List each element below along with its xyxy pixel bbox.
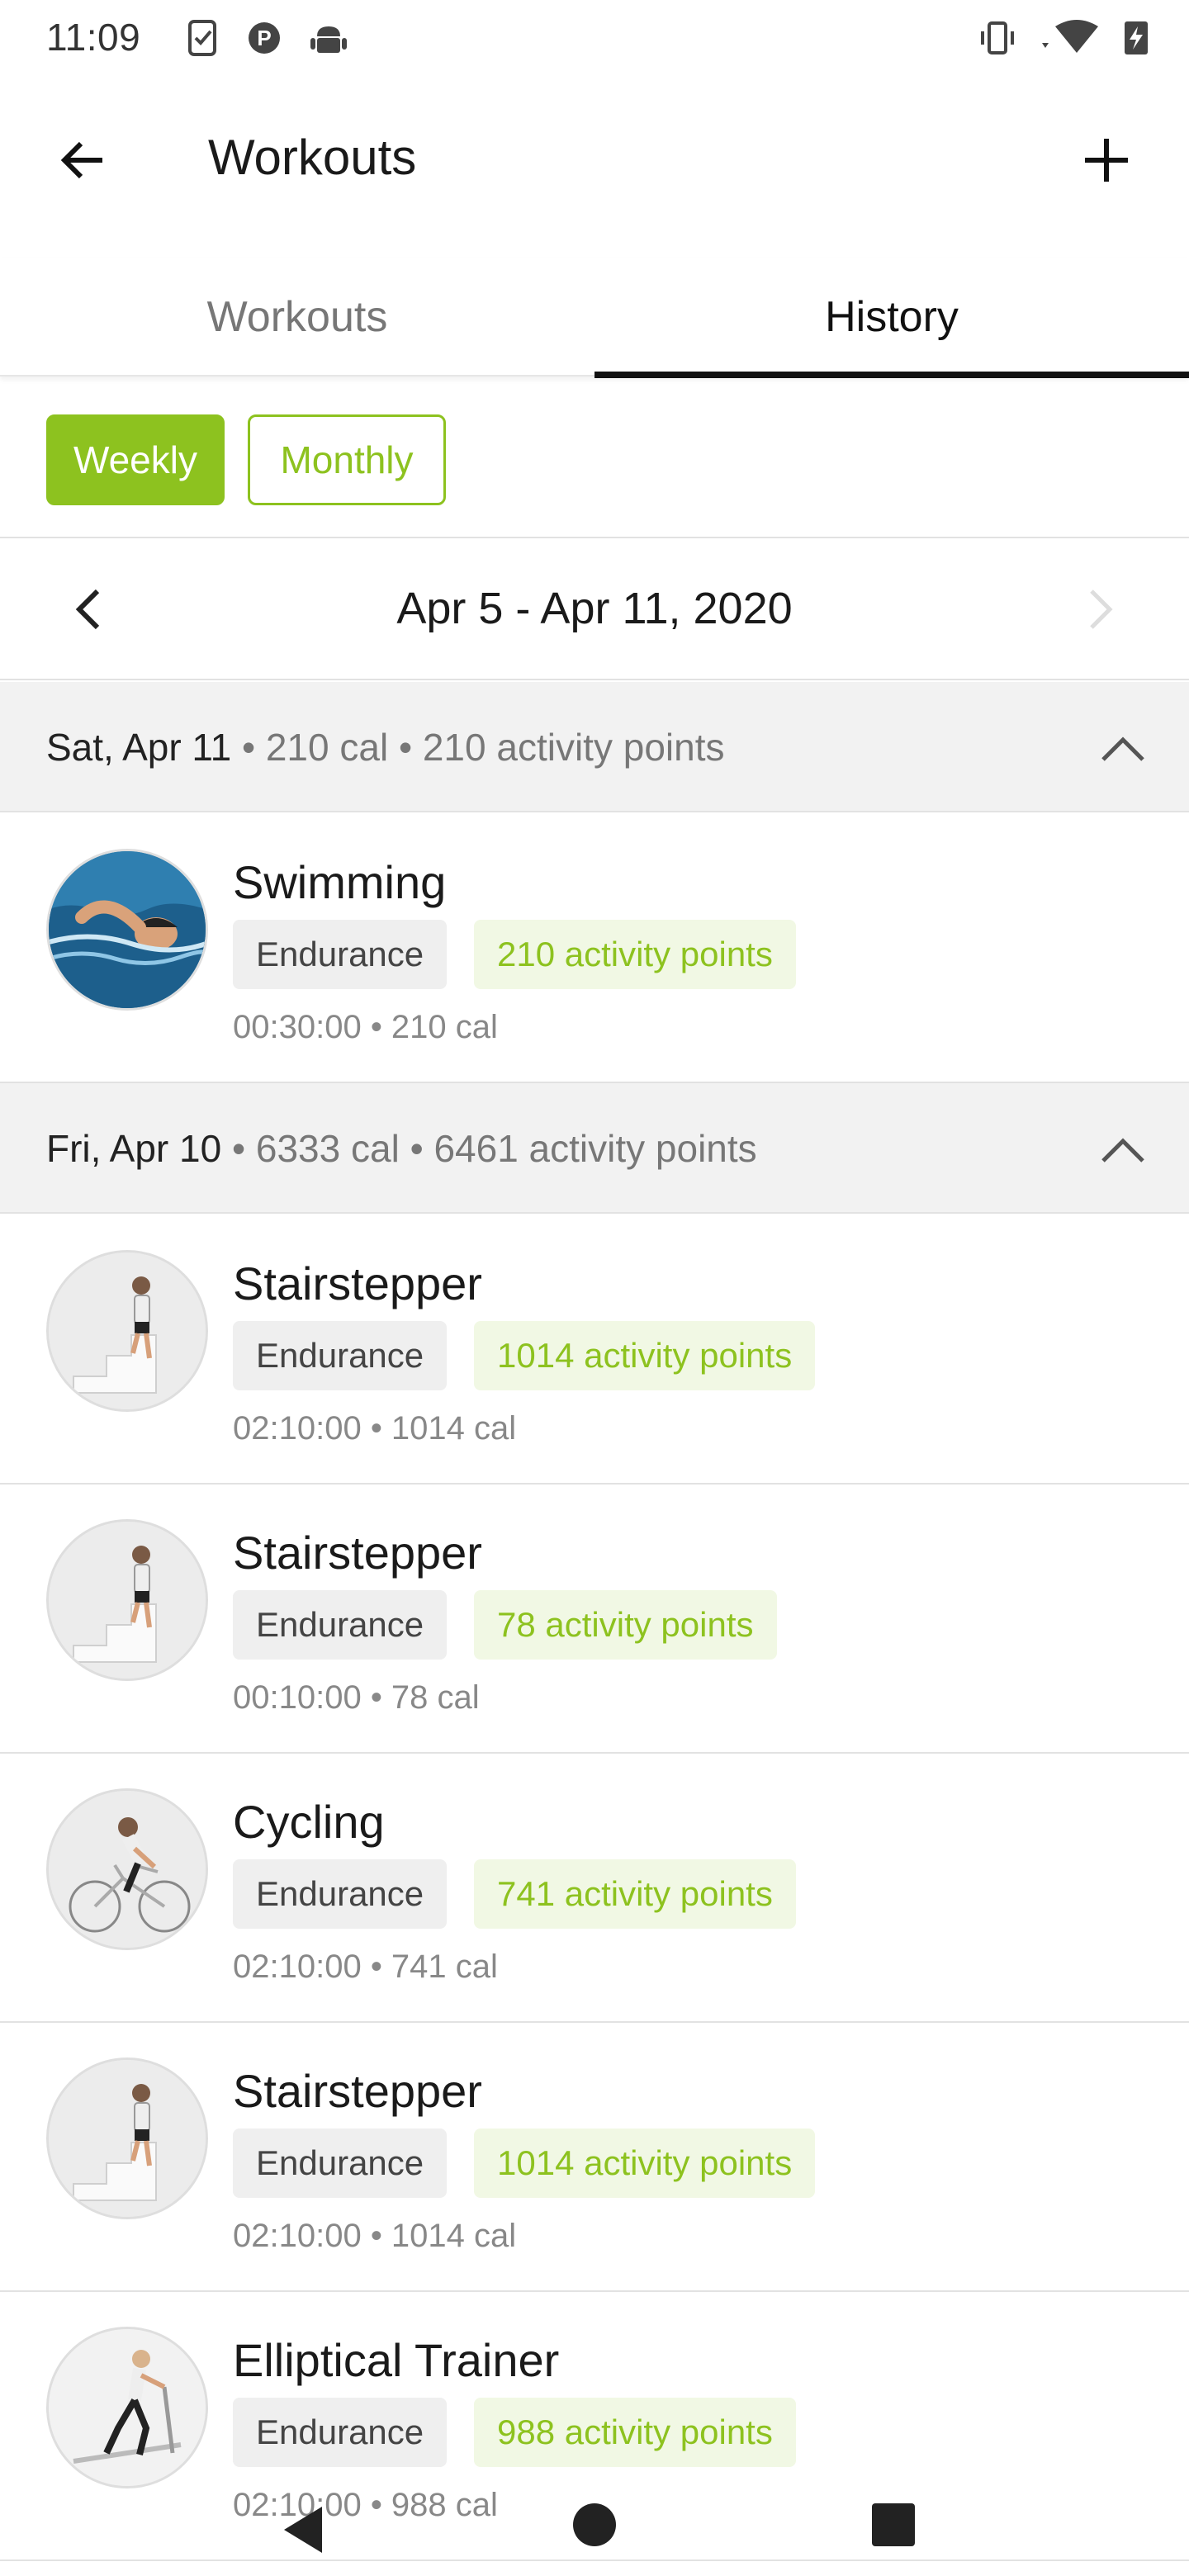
stairstepper-image-icon	[49, 1522, 206, 1679]
activity-points-tag: 210 activity points	[474, 920, 796, 989]
category-tag: Endurance	[233, 1321, 448, 1390]
category-tag: Endurance	[233, 2398, 448, 2467]
swimming-image-icon	[49, 851, 206, 1008]
chevron-up-icon	[1101, 1138, 1144, 1163]
workout-avatar	[46, 1788, 208, 1950]
chevron-up-icon	[1101, 736, 1144, 761]
day-totals: • 6333 cal • 6461 activity points	[221, 1127, 757, 1170]
battery-charging-icon	[1116, 18, 1156, 58]
chevron-right-icon	[1090, 590, 1113, 629]
cycling-image-icon	[49, 1791, 206, 1948]
workout-avatar	[46, 849, 208, 1011]
category-tag: Endurance	[233, 1590, 448, 1660]
workout-duration-calories: 02:10:00 • 1014 cal	[233, 1410, 517, 1447]
collapse-day-button[interactable]	[1087, 1113, 1159, 1186]
workout-row[interactable]: Cycling Endurance 741 activity points 02…	[0, 1754, 1189, 2023]
workout-name: Cycling	[233, 1796, 385, 1848]
status-bar: 11:09 P	[0, 0, 1189, 79]
workout-avatar	[46, 1250, 208, 1412]
workout-duration-calories: 02:10:00 • 1014 cal	[233, 2218, 517, 2254]
day-summary: Sat, Apr 11 • 210 cal • 210 activity poi…	[46, 725, 725, 769]
activity-points-tag: 1014 activity points	[474, 2129, 816, 2198]
day-header[interactable]: Fri, Apr 10 • 6333 cal • 6461 activity p…	[0, 1083, 1189, 1214]
day-header[interactable]: Sat, Apr 11 • 210 cal • 210 activity poi…	[0, 682, 1189, 812]
workout-avatar	[46, 2057, 208, 2219]
day-summary: Fri, Apr 10 • 6333 cal • 6461 activity p…	[46, 1126, 757, 1171]
activity-points-tag: 988 activity points	[474, 2398, 796, 2467]
activity-points-tag: 1014 activity points	[474, 1321, 816, 1390]
workout-row[interactable]: Stairstepper Endurance 1014 activity poi…	[0, 2023, 1189, 2292]
workout-name: Stairstepper	[233, 1257, 482, 1309]
elliptical-trainer-image-icon	[49, 2329, 206, 2486]
category-tag: Endurance	[233, 1859, 448, 1929]
plus-icon	[1085, 139, 1128, 182]
next-week-button[interactable]	[1060, 570, 1139, 649]
monthly-chip[interactable]: Monthly	[248, 414, 446, 505]
workout-row[interactable]: Stairstepper Endurance 78 activity point…	[0, 1485, 1189, 1754]
tab-indicator	[594, 372, 1189, 378]
workout-avatar	[46, 2327, 208, 2488]
svg-text:P: P	[257, 26, 271, 50]
workout-name: Stairstepper	[233, 1527, 482, 1579]
category-tag: Endurance	[233, 920, 448, 989]
day-date: Fri, Apr 10	[46, 1127, 222, 1170]
stairstepper-image-icon	[49, 2060, 206, 2217]
day-totals: • 210 cal • 210 activity points	[231, 726, 725, 769]
tab-history[interactable]: History	[594, 258, 1189, 376]
workout-name: Elliptical Trainer	[233, 2334, 560, 2386]
activity-points-tag: 741 activity points	[474, 1859, 796, 1929]
wifi-icon	[1039, 18, 1105, 58]
day-date: Sat, Apr 11	[46, 726, 232, 769]
tab-bar: Workouts History	[0, 258, 1189, 378]
collapse-day-button[interactable]	[1087, 712, 1159, 784]
workout-duration-calories: 02:10:00 • 988 cal	[233, 2487, 498, 2523]
status-time: 11:09	[46, 16, 141, 59]
add-workout-button[interactable]	[1067, 121, 1146, 200]
activity-points-tag: 78 activity points	[474, 1590, 777, 1660]
arrow-left-icon	[60, 141, 102, 179]
workout-name: Swimming	[233, 856, 447, 908]
week-navigator: Apr 5 - Apr 11, 2020	[0, 540, 1189, 680]
workout-avatar	[46, 1519, 208, 1681]
workout-row[interactable]: Stairstepper Endurance 1014 activity poi…	[0, 1215, 1189, 1485]
weekly-chip[interactable]: Weekly	[46, 414, 225, 505]
stairstepper-image-icon	[49, 1252, 206, 1409]
period-filter: Weekly Monthly	[0, 378, 1189, 538]
vibrate-icon	[978, 18, 1017, 58]
category-tag: Endurance	[233, 2129, 448, 2198]
page-title: Workouts	[208, 130, 417, 185]
back-button[interactable]	[43, 121, 122, 200]
parking-p-icon: P	[244, 18, 284, 58]
workout-row[interactable]: Elliptical Trainer Endurance 988 activit…	[0, 2292, 1189, 2561]
workout-duration-calories: 00:30:00 • 210 cal	[233, 1009, 498, 1045]
week-range-label: Apr 5 - Apr 11, 2020	[396, 584, 793, 633]
workout-duration-calories: 02:10:00 • 741 cal	[233, 1949, 498, 1985]
workout-duration-calories: 00:10:00 • 78 cal	[233, 1679, 480, 1716]
workout-name: Stairstepper	[233, 2065, 482, 2117]
screen: 11:09 P Workouts Workouts History Weekly…	[0, 0, 1189, 2576]
task-check-icon	[183, 18, 223, 58]
workout-row[interactable]: Swimming Endurance 210 activity points 0…	[0, 814, 1189, 1083]
app-bar: Workouts	[0, 79, 1189, 241]
tab-workouts[interactable]: Workouts	[0, 258, 594, 376]
android-icon	[309, 18, 348, 58]
